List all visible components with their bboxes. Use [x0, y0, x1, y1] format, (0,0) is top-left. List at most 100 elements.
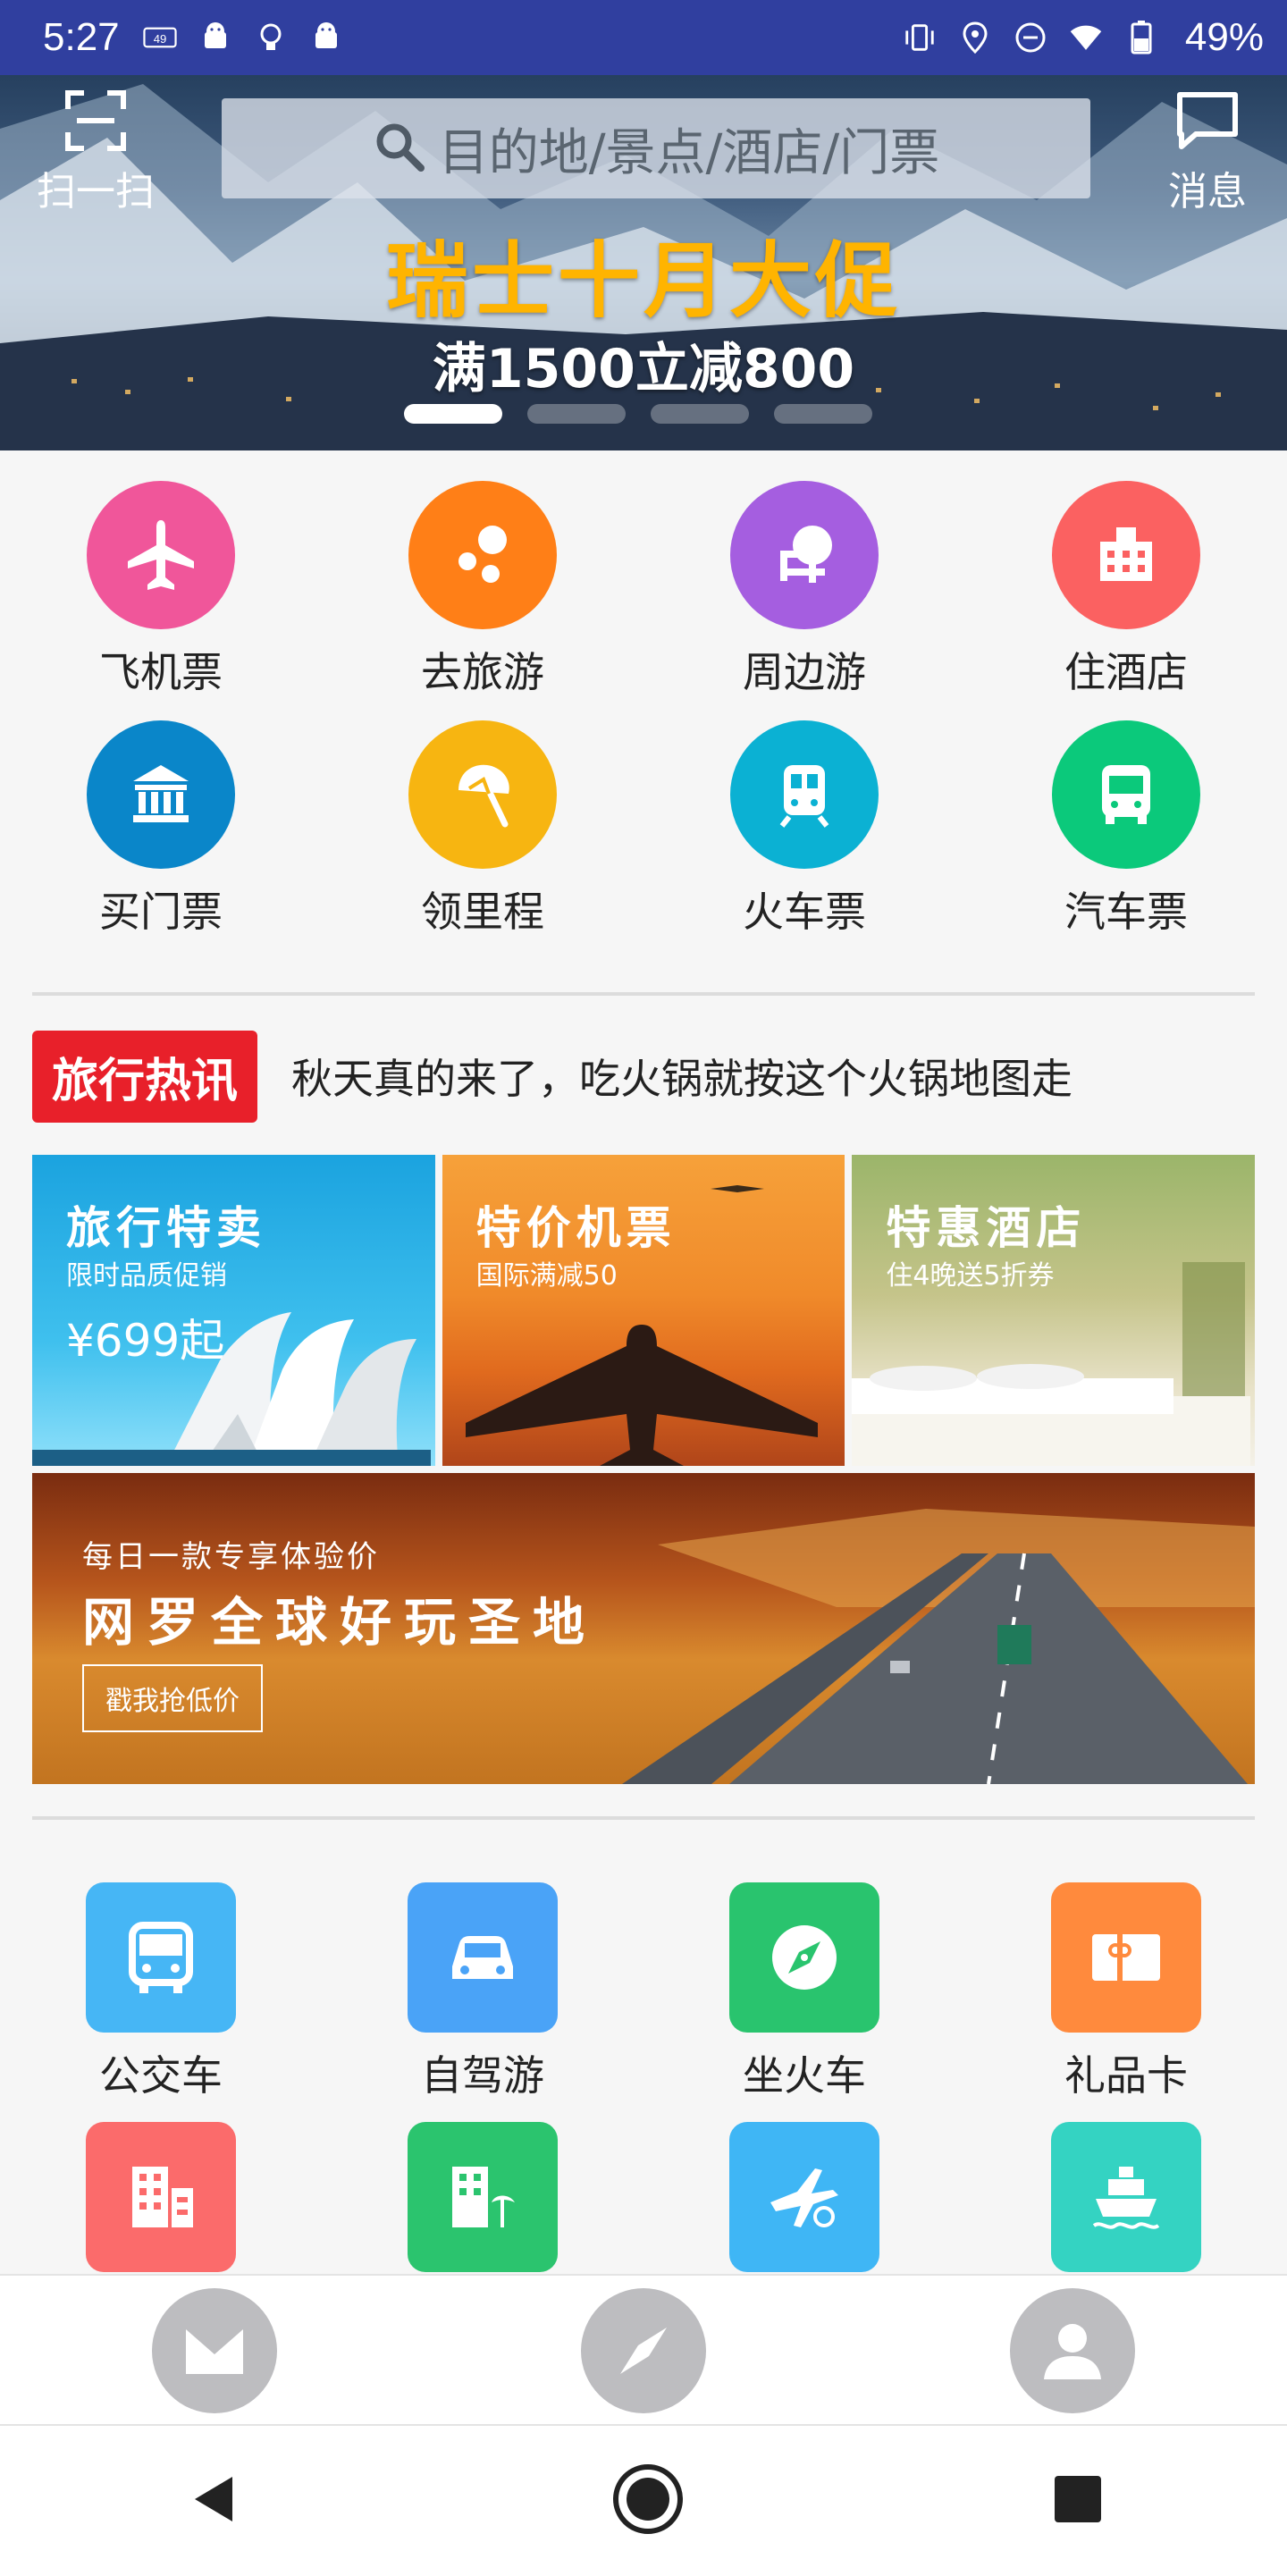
- scan-label: 扫一扫: [37, 169, 155, 215]
- promo-subtitle: 限时品质促销: [66, 1260, 227, 1292]
- banner-pagination: [404, 404, 872, 424]
- category-icon-bg: [408, 481, 557, 629]
- service-icon-bg: [729, 2122, 879, 2272]
- hero-banner[interactable]: 扫一扫 目的地/景点/酒店/门票 消息 瑞士十月大促 满1500立减800: [0, 75, 1287, 450]
- clock: 5:27: [43, 15, 120, 59]
- lightbulb-icon: [254, 21, 288, 55]
- svg-text:49: 49: [153, 32, 166, 46]
- nav-discover[interactable]: [581, 2288, 706, 2413]
- message-label: 消息: [1168, 169, 1247, 215]
- recents-icon[interactable]: [1051, 2472, 1105, 2530]
- message-button[interactable]: 消息: [1149, 89, 1266, 215]
- category-train-tickets[interactable]: 火车票: [644, 720, 965, 960]
- category-bus-tickets[interactable]: 汽车票: [965, 720, 1287, 960]
- promo-tile-sale[interactable]: 旅行特卖 限时品质促销 ¥699起: [32, 1155, 435, 1466]
- pagination-dot[interactable]: [774, 404, 872, 424]
- category-label: 去旅游: [421, 648, 544, 696]
- service-icon-bg: [1051, 1882, 1201, 2033]
- promo-title: 特价机票: [475, 1202, 677, 1254]
- bus-icon: [1102, 765, 1150, 824]
- train-icon: [779, 765, 829, 828]
- bottom-nav: [0, 2274, 1287, 2426]
- service-train[interactable]: 坐火车: [644, 1882, 965, 2122]
- news-headline[interactable]: 秋天真的来了，吃火锅就按这个火锅地图走: [291, 1047, 1072, 1106]
- section-divider: [32, 1816, 1255, 1820]
- promo-tile-flights[interactable]: 特价机票 国际满减50: [442, 1155, 845, 1466]
- notification-49-icon: 49: [143, 21, 177, 55]
- banner-title: 瑞士十月大促: [385, 233, 901, 329]
- wide-banner-title: 网罗全球好玩圣地: [82, 1592, 598, 1653]
- news-ticker[interactable]: 旅行热讯 秋天真的来了，吃火锅就按这个火锅地图走: [32, 1030, 1255, 1123]
- category-hotels[interactable]: 住酒店: [965, 481, 1287, 720]
- service-bus[interactable]: 公交车: [0, 1882, 322, 2122]
- flight-global-icon: [770, 2168, 838, 2227]
- search-icon: [373, 120, 426, 177]
- location-icon: [958, 21, 992, 55]
- service-icon-bg: [86, 2122, 236, 2272]
- category-icon-bg: [87, 720, 235, 869]
- vibrate-icon: [903, 21, 937, 55]
- home-icon[interactable]: [610, 2462, 686, 2540]
- resort-icon: [452, 2167, 515, 2227]
- promo-title: 特惠酒店: [886, 1202, 1087, 1254]
- news-tag: 旅行热讯: [32, 1030, 258, 1123]
- android-icon: [198, 21, 232, 55]
- battery-icon: [1124, 21, 1158, 55]
- promo-tiles: 旅行特卖 限时品质促销 ¥699起 特价机票 国际满减50 特惠酒店 住4晚送5…: [32, 1155, 1256, 1466]
- promo-price: ¥699起: [66, 1315, 225, 1367]
- do-not-disturb-icon: [1014, 21, 1047, 55]
- category-icon-bg: [1052, 720, 1200, 869]
- service-gift-card[interactable]: 礼品卡: [965, 1882, 1287, 2122]
- service-self-drive[interactable]: 自驾游: [322, 1882, 644, 2122]
- category-label: 领里程: [421, 888, 544, 936]
- pagination-dot[interactable]: [651, 404, 749, 424]
- status-bar: 5:27 49 49%: [0, 0, 1287, 75]
- bubbles-icon: [458, 526, 507, 583]
- category-label: 汽车票: [1064, 888, 1188, 936]
- category-grid: 飞机票 去旅游 周边游 住酒店 买门票 领里程 火车票 汽车票: [0, 481, 1287, 960]
- nav-mail[interactable]: [152, 2288, 277, 2413]
- building-icon: [132, 2167, 193, 2227]
- compass-icon: [620, 2328, 667, 2374]
- category-flights[interactable]: 飞机票: [0, 481, 322, 720]
- category-label: 火车票: [743, 888, 866, 936]
- pagination-dot[interactable]: [527, 404, 626, 424]
- service-icon-bg: [408, 2122, 558, 2272]
- scan-icon: [64, 89, 127, 156]
- category-icon-bg: [730, 720, 879, 869]
- user-icon: [1044, 2324, 1101, 2379]
- chat-bubble-icon: [1174, 89, 1241, 156]
- service-icon-bg: [86, 1882, 236, 2033]
- service-icon-bg: [408, 1882, 558, 2033]
- category-label: 买门票: [99, 888, 223, 936]
- gift-card-icon: [1092, 1934, 1160, 1981]
- section-divider: [32, 992, 1255, 996]
- scan-button[interactable]: 扫一扫: [29, 89, 163, 215]
- pagination-dot-active[interactable]: [404, 404, 502, 424]
- battery-percentage: 49%: [1184, 15, 1264, 59]
- category-nearby[interactable]: 周边游: [644, 481, 965, 720]
- promo-subtitle: 国际满减50: [475, 1260, 618, 1292]
- status-icons: 49%: [903, 15, 1264, 60]
- category-label: 周边游: [743, 648, 866, 696]
- service-icon-bg: [1051, 2122, 1201, 2272]
- category-travel[interactable]: 去旅游: [322, 481, 644, 720]
- mail-icon: [186, 2329, 243, 2374]
- cruise-icon: [1092, 2167, 1160, 2229]
- back-icon[interactable]: [182, 2468, 245, 2534]
- category-tickets[interactable]: 买门票: [0, 720, 322, 960]
- category-icon-bg: [730, 481, 879, 629]
- category-mileage[interactable]: 领里程: [322, 720, 644, 960]
- wide-banner[interactable]: 每日一款专享体验价 网罗全球好玩圣地 戳我抢低价: [32, 1473, 1255, 1784]
- tree-icon: [780, 526, 832, 583]
- wide-banner-button[interactable]: 戳我抢低价: [82, 1664, 263, 1732]
- car-icon: [452, 1936, 513, 1979]
- hotel-icon: [1100, 527, 1152, 581]
- museum-icon: [133, 765, 189, 822]
- wide-banner-subtitle: 每日一款专享体验价: [82, 1539, 380, 1575]
- promo-tile-hotels[interactable]: 特惠酒店 住4晚送5折券: [852, 1155, 1256, 1466]
- service-label: 礼品卡: [1064, 2051, 1188, 2100]
- nav-profile[interactable]: [1010, 2288, 1135, 2413]
- search-input[interactable]: 目的地/景点/酒店/门票: [222, 98, 1090, 198]
- service-icon-bg: [729, 1882, 879, 2033]
